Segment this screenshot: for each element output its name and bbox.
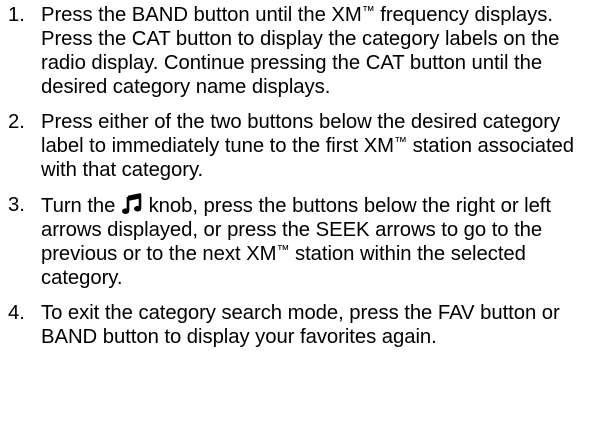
step-text: To exit the category search mode, press … — [41, 302, 560, 348]
instruction-list: 1. Press the BAND button until the XM™ f… — [0, 0, 593, 441]
step-3: 3. Turn the knob, press the buttons belo… — [0, 193, 593, 290]
step-number: 3. — [8, 194, 25, 216]
step-number: 4. — [8, 302, 25, 324]
music-note-icon — [121, 193, 143, 215]
step-4: 4. To exit the category search mode, pre… — [0, 301, 593, 349]
step-text: Press the BAND button until the XM™ freq… — [41, 3, 560, 98]
step-number: 2. — [8, 111, 25, 133]
step-1: 1. Press the BAND button until the XM™ f… — [0, 3, 593, 99]
step-2: 2. Press either of the two buttons below… — [0, 110, 593, 182]
step-number: 1. — [8, 4, 25, 26]
step-text: Turn the knob, press the buttons below t… — [41, 193, 551, 289]
step-text: Press either of the two buttons below th… — [41, 111, 575, 181]
